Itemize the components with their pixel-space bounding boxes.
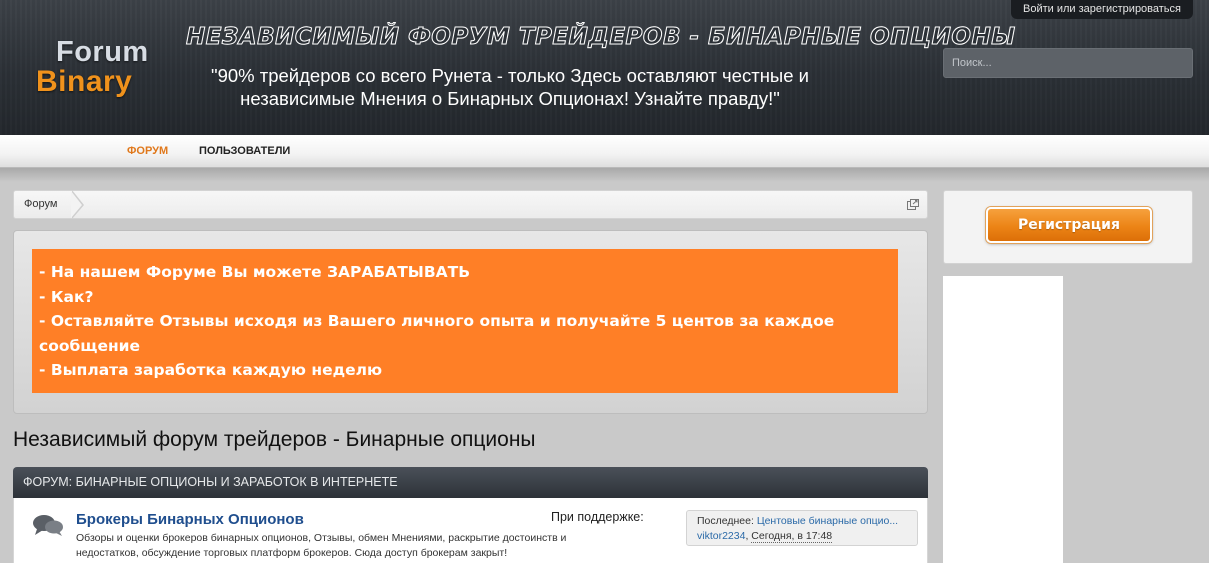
category-header[interactable]: Форум: Бинарные опционы и заработок в ин…	[13, 467, 928, 498]
nav-tab-forum[interactable]: Форум	[127, 135, 168, 168]
site-header: Войти или зарегистрироваться Forum Binar…	[0, 0, 1209, 135]
site-title: НЕЗАВИСИМЫЙ ФОРУМ ТРЕЙДЕРОВ - БИНАРНЫЕ О…	[186, 24, 1016, 51]
last-post-box: Последнее: Центовые бинарные опцио... vi…	[686, 510, 918, 546]
sidebar-blank-panel	[943, 276, 1063, 563]
notice-line-5: - Выплата заработка каждую неделю	[39, 361, 383, 379]
breadcrumb-item-forum[interactable]: Форум	[14, 191, 71, 218]
nav-shadow	[0, 168, 1209, 182]
slogan-line-1: "90% трейдеров со всего Рунета - только …	[211, 65, 809, 86]
notice-container: - На нашем Форуме Вы можете ЗАРАБАТЫВАТЬ…	[13, 230, 928, 414]
earnings-notice: - На нашем Форуме Вы можете ЗАРАБАТЫВАТЬ…	[32, 249, 898, 393]
notice-line-1: - На нашем Форуме Вы можете ЗАРАБАТЫВАТЬ	[39, 263, 471, 281]
search-input[interactable]	[943, 48, 1193, 78]
site-logo[interactable]: Forum Binary	[36, 36, 166, 102]
sidebar-register-box: Регистрация	[943, 190, 1193, 264]
last-post-user-link[interactable]: viktor2234	[697, 530, 745, 542]
last-post-date[interactable]: Сегодня, в 17:48	[751, 530, 833, 543]
node-description-line-1: Обзоры и оценки брокеров бинарных опцион…	[76, 532, 567, 544]
main-navigation: Форум Пользователи	[0, 135, 1209, 168]
notice-line-4: сообщение	[39, 336, 141, 355]
login-register-link[interactable]: Войти или зарегистрироваться	[1010, 0, 1193, 19]
node-description: Обзоры и оценки брокеров бинарных опцион…	[76, 531, 616, 561]
last-post-thread-link[interactable]: Центовые бинарные опцио...	[757, 515, 898, 527]
nav-tab-members[interactable]: Пользователи	[199, 135, 290, 168]
site-slogan: "90% трейдеров со всего Рунета - только …	[160, 64, 860, 110]
logo-word-binary: Binary	[36, 65, 133, 98]
breadcrumb: Форум	[13, 190, 928, 219]
discussion-bubbles-icon	[33, 515, 63, 536]
last-post-label: Последнее:	[697, 515, 754, 527]
slogan-line-2: независимые Мнения о Бинарных Опционах! …	[240, 88, 780, 109]
notice-line-2: - Как?	[39, 287, 94, 306]
node-title-link[interactable]: Брокеры Бинарных Опционов	[76, 511, 304, 528]
sponsor-label: При поддержке:	[551, 510, 644, 524]
page-title: Независимый форум трейдеров - Бинарные о…	[13, 428, 536, 451]
jump-to-page-icon[interactable]	[907, 199, 919, 210]
notice-line-3: - Оставляйте Отзывы исходя из Вашего лич…	[39, 312, 835, 330]
forum-node: Брокеры Бинарных Опционов Обзоры и оценк…	[13, 498, 928, 563]
register-button[interactable]: Регистрация	[986, 207, 1152, 243]
node-description-line-2: недостатков, обсуждение торговых платфор…	[76, 547, 508, 559]
